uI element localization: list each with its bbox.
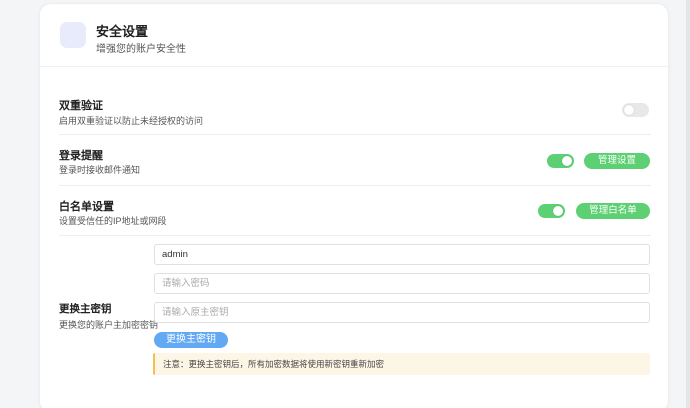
login-alert-desc: 登录时接收邮件通知 — [59, 165, 141, 175]
username-input[interactable] — [154, 244, 650, 265]
security-settings-card: 安全设置 增强您的账户安全性 双重验证 启用双重验证以防止未经授权的访问 登录提… — [39, 3, 669, 408]
login-alert-row: 登录提醒 登录时接收邮件通知 管理设置 — [59, 135, 651, 186]
page-title: 安全设置 — [96, 24, 149, 39]
two-factor-row: 双重验证 启用双重验证以防止未经授权的访问 — [59, 67, 651, 135]
two-factor-toggle[interactable] — [622, 103, 649, 117]
change-master-key-button[interactable]: 更换主密钥 — [154, 332, 228, 348]
page-subtitle: 增强您的账户安全性 — [96, 44, 186, 55]
whitelist-toggle[interactable] — [538, 204, 565, 218]
master-key-desc: 更换您的账户主加密密钥 — [59, 320, 159, 330]
master-key-title: 更换主密钥 — [59, 303, 112, 315]
password-input[interactable] — [154, 273, 650, 294]
manage-whitelist-button[interactable]: 管理白名单 — [576, 203, 650, 219]
toggle-knob — [562, 156, 572, 166]
card-header: 安全设置 增强您的账户安全性 — [40, 4, 668, 67]
two-factor-title: 双重验证 — [59, 100, 103, 112]
whitelist-title: 白名单设置 — [59, 201, 114, 213]
toggle-knob — [553, 206, 563, 216]
whitelist-row: 白名单设置 设置受信任的IP地址或网段 管理白名单 — [59, 186, 651, 236]
whitelist-desc: 设置受信任的IP地址或网段 — [59, 216, 167, 226]
shield-icon — [60, 22, 86, 48]
old-master-key-input[interactable] — [154, 302, 650, 323]
login-alert-toggle[interactable] — [547, 154, 574, 168]
master-key-notice: 注意：更换主密钥后，所有加密数据将使用新密钥重新加密 — [153, 353, 650, 375]
manage-settings-button[interactable]: 管理设置 — [584, 153, 650, 169]
toggle-knob — [624, 105, 634, 115]
two-factor-desc: 启用双重验证以防止未经授权的访问 — [59, 116, 204, 126]
login-alert-title: 登录提醒 — [59, 150, 103, 162]
page-scrollbar[interactable] — [686, 0, 690, 408]
